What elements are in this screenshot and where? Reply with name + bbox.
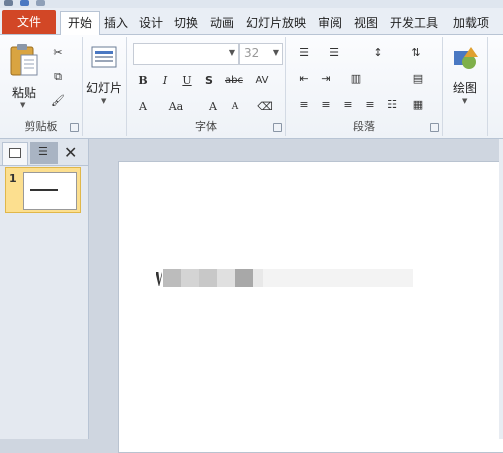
tab-review[interactable]: 审阅 [314, 12, 346, 34]
ribbon: 粘贴 ▼ ✂ ⧉ 🖌 剪贴板 幻灯片 ▼ ▼ 32 ▼ B I U S abc … [0, 35, 503, 139]
copy-icon[interactable]: ⧉ [50, 69, 66, 85]
bold-icon[interactable]: B [135, 73, 151, 89]
slide-canvas[interactable] [118, 161, 503, 453]
format-painter-icon[interactable]: 🖌 [50, 93, 66, 109]
distributed-icon[interactable]: ☷ [384, 97, 400, 113]
redacted-text-block [199, 269, 217, 287]
ribbon-tabs: 文件 开始 插入 设计 切换 动画 幻灯片放映 审阅 视图 开发工具 加载项 [0, 8, 503, 35]
text-cursor [156, 272, 162, 286]
underline-icon[interactable]: U [179, 73, 195, 89]
chevron-down-icon: ▼ [228, 48, 235, 57]
slide-thumbnail-panel: ☰ ✕ 1 [0, 139, 89, 439]
font-group: ▼ 32 ▼ B I U S abc AV A Aa A A ⌫ 字体 [127, 37, 286, 136]
shrink-font-icon[interactable]: A [227, 99, 243, 115]
chevron-down-icon: ▼ [272, 48, 279, 57]
font-size-value: 32 [244, 46, 260, 60]
font-color-icon[interactable]: A [135, 99, 151, 115]
chevron-down-icon: ▼ [20, 101, 26, 109]
character-spacing-icon[interactable]: AV [251, 73, 273, 89]
vertical-scrollbar[interactable] [499, 139, 503, 439]
align-text-icon[interactable]: ▤ [410, 71, 426, 87]
paste-button[interactable]: 粘贴 ▼ [6, 41, 42, 113]
undo-icon[interactable] [20, 0, 29, 6]
tab-animations[interactable]: 动画 [206, 12, 238, 34]
paste-icon [10, 44, 38, 76]
slides-view-icon [9, 148, 21, 158]
tab-home[interactable]: 开始 [60, 11, 100, 35]
font-size-combo[interactable]: 32 ▼ [239, 43, 283, 65]
numbering-icon[interactable]: ☰ [326, 45, 342, 61]
close-icon[interactable]: ✕ [64, 143, 77, 162]
grow-font-icon[interactable]: A [205, 99, 221, 115]
font-group-label: 字体 [195, 120, 217, 133]
decrease-indent-icon[interactable]: ⇤ [296, 71, 312, 87]
increase-indent-icon[interactable]: ⇥ [318, 71, 334, 87]
slide-thumbnail-preview [23, 172, 77, 210]
dialog-launcher-icon[interactable] [430, 123, 439, 132]
drawing-group: 绘图 ▼ [443, 37, 488, 136]
shapes-icon [454, 47, 478, 69]
dialog-launcher-icon[interactable] [273, 123, 282, 132]
tab-view[interactable]: 视图 [350, 12, 382, 34]
quick-access-toolbar [0, 0, 503, 8]
tab-addins[interactable]: 加载项 [446, 12, 496, 34]
redo-icon[interactable] [36, 0, 45, 6]
align-center-icon[interactable]: ≡ [318, 97, 334, 113]
strikethrough-icon[interactable]: abc [223, 73, 245, 89]
new-slide-icon [91, 46, 117, 68]
clipboard-group: 粘贴 ▼ ✂ ⧉ 🖌 剪贴板 [0, 37, 83, 136]
outline-view-icon: ☰ [38, 145, 48, 158]
dialog-launcher-icon[interactable] [70, 123, 79, 132]
align-right-icon[interactable]: ≡ [340, 97, 356, 113]
tab-insert[interactable]: 插入 [100, 12, 132, 34]
slides-group: 幻灯片 ▼ [82, 37, 127, 136]
new-slide-label: 幻灯片 [85, 81, 122, 95]
align-left-icon[interactable]: ≡ [296, 97, 312, 113]
tab-transitions[interactable]: 切换 [170, 12, 202, 34]
panel-tabs: ☰ ✕ [0, 139, 88, 166]
paragraph-group-label: 段落 [353, 120, 375, 133]
text-direction-icon[interactable]: ⇅ [408, 45, 424, 61]
drawing-label: 绘图 [452, 81, 477, 95]
paragraph-group: ☰ ☰ ↕ ⇅ ⇤ ⇥ ▥ ▤ ≡ ≡ ≡ ≡ ☷ ▦ 段落 [286, 37, 443, 136]
save-icon[interactable] [4, 0, 13, 6]
tab-developer[interactable]: 开发工具 [386, 12, 442, 34]
tab-design[interactable]: 设计 [135, 12, 167, 34]
new-slide-button[interactable]: 幻灯片 ▼ [82, 41, 126, 113]
tab-file[interactable]: 文件 [2, 10, 56, 34]
redacted-text-block [163, 269, 181, 287]
shadow-icon[interactable]: S [201, 73, 217, 89]
change-case-icon[interactable]: Aa [165, 99, 187, 115]
slide-editing-area [89, 139, 503, 453]
italic-icon[interactable]: I [157, 73, 173, 89]
redacted-text-block [217, 269, 235, 287]
redacted-text-block [253, 269, 263, 287]
bullets-icon[interactable]: ☰ [296, 45, 312, 61]
justify-icon[interactable]: ≡ [362, 97, 378, 113]
redacted-text-block [181, 269, 199, 287]
tab-slides[interactable] [2, 142, 28, 165]
redacted-text-block [235, 269, 253, 287]
cut-icon[interactable]: ✂ [50, 45, 66, 61]
clear-formatting-icon[interactable]: ⌫ [255, 99, 275, 115]
font-name-combo[interactable]: ▼ [133, 43, 239, 65]
chevron-down-icon: ▼ [101, 97, 107, 105]
chevron-down-icon: ▼ [462, 97, 468, 105]
smartart-icon[interactable]: ▦ [410, 97, 426, 113]
paste-label: 粘贴 [11, 86, 36, 100]
line-spacing-icon[interactable]: ↕ [370, 45, 386, 61]
thumbnail-text-line [30, 189, 58, 191]
slide-number: 1 [9, 172, 17, 185]
drawing-button[interactable]: 绘图 ▼ [443, 41, 487, 113]
columns-icon[interactable]: ▥ [348, 71, 364, 87]
redacted-text-block [263, 269, 413, 287]
slide-thumbnail[interactable]: 1 [5, 167, 81, 213]
edit-group-partial [489, 37, 503, 136]
tab-slideshow[interactable]: 幻灯片放映 [242, 12, 310, 34]
tab-outline[interactable]: ☰ [30, 142, 58, 164]
